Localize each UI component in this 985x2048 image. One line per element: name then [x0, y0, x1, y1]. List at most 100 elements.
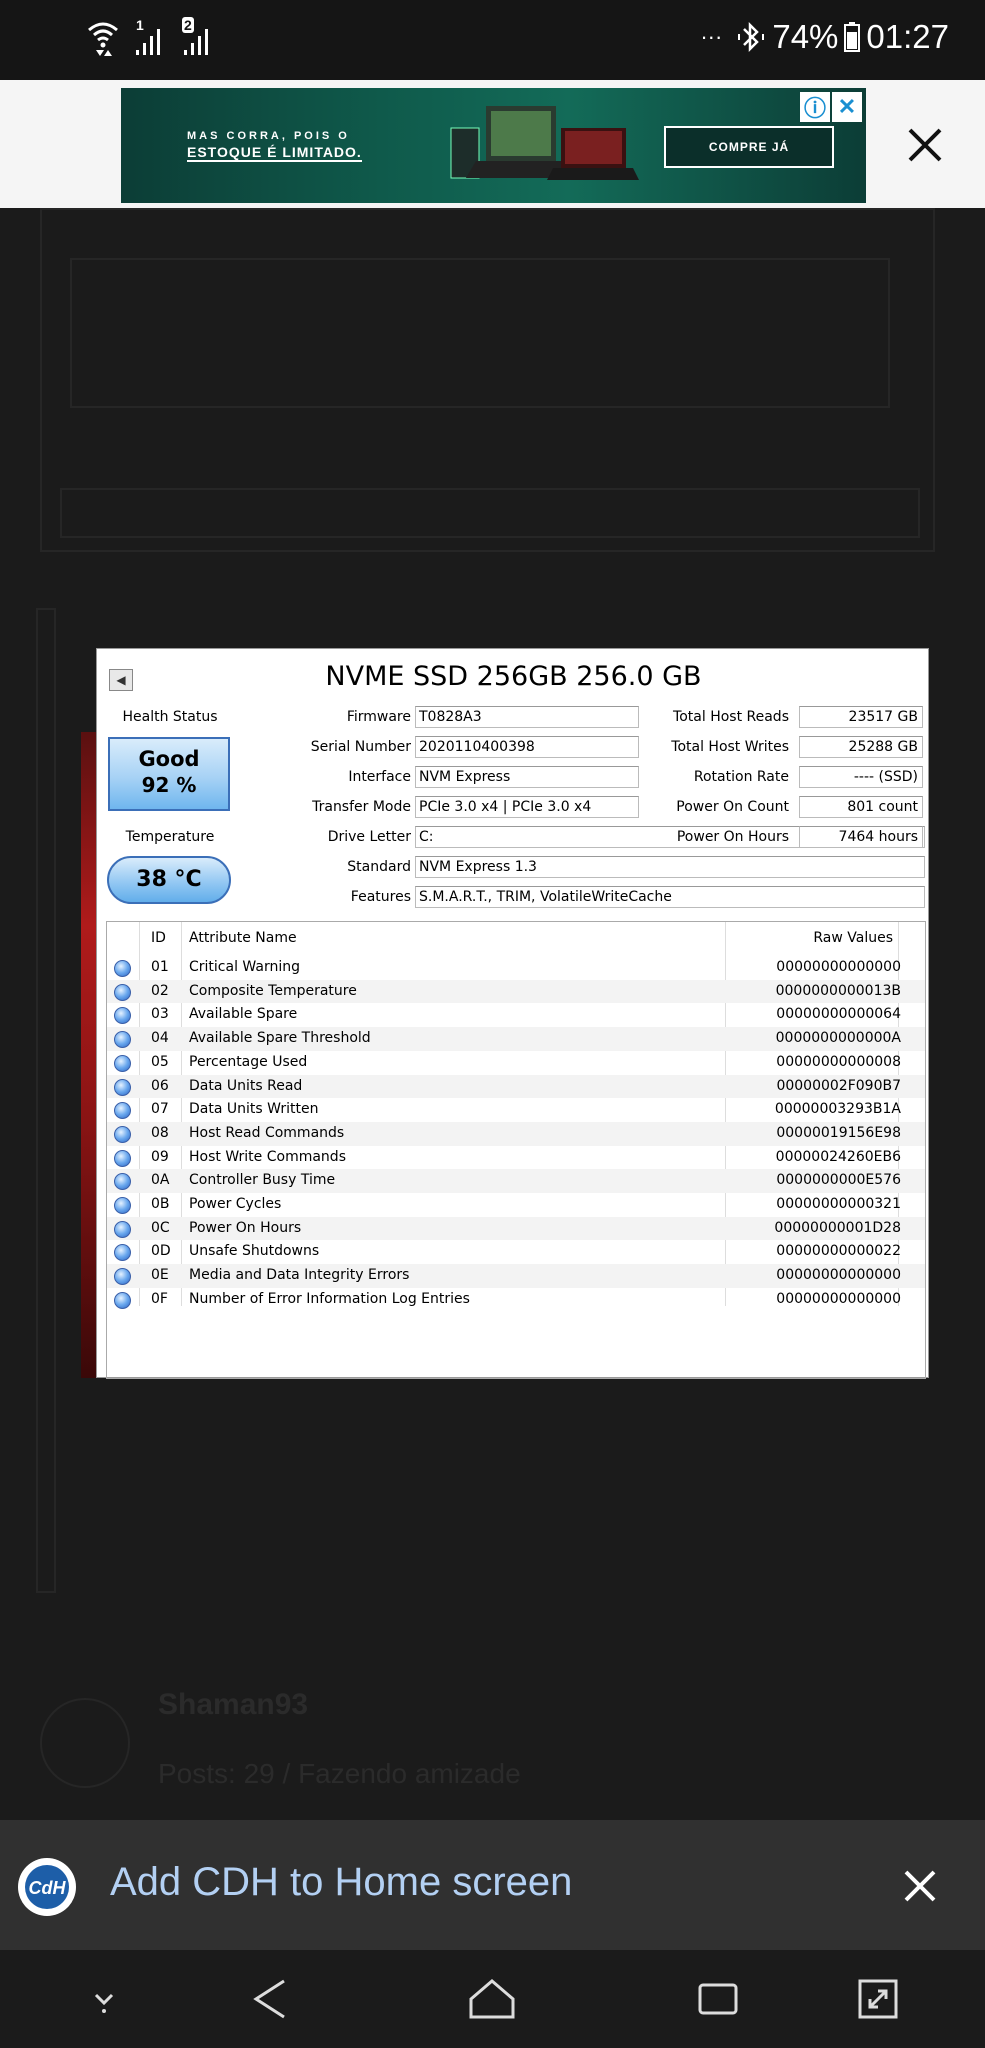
- status-dot-icon: [114, 1078, 131, 1096]
- status-dot-icon: [114, 1244, 131, 1262]
- table-row[interactable]: 03 Available Spare 00000000000064: [107, 1003, 925, 1027]
- health-percent: 92 %: [141, 773, 197, 797]
- cdi-window: ◀ NVME SSD 256GB 256.0 GB Health Status …: [96, 648, 929, 1379]
- status-right: ··· 74% 01:27: [700, 18, 949, 56]
- health-status-box: Good 92 %: [108, 737, 230, 811]
- table-row[interactable]: 07 Data Units Written 00000003293B1A: [107, 1098, 925, 1122]
- attribute-name: Percentage Used: [189, 1053, 308, 1070]
- rotation-rate-label: Rotation Rate: [693, 769, 789, 785]
- ad-line2: ESTOQUE É LIMITADO.: [187, 144, 362, 162]
- total-host-writes-field: 25288 GB: [799, 736, 923, 758]
- status-left-icons: 1 2: [86, 17, 216, 58]
- attribute-name: Unsafe Shutdowns: [189, 1243, 320, 1260]
- attribute-name: Controller Busy Time: [189, 1172, 336, 1189]
- status-dot-icon: [114, 1197, 131, 1214]
- table-row[interactable]: 09 Host Write Commands 00000024260EB6: [107, 1146, 925, 1170]
- table-row[interactable]: 04 Available Spare Threshold 0000000000000…: [107, 1027, 925, 1051]
- attribute-id: 0B: [151, 1196, 170, 1212]
- attribute-name: Number of Error Information Log Entries: [189, 1290, 470, 1307]
- standard-field: NVM Express 1.3: [415, 856, 925, 878]
- attribute-raw-value: 00000000000321: [776, 1196, 901, 1212]
- rotation-rate-field: ---- (SSD): [799, 766, 923, 788]
- ad-cta-button[interactable]: COMPRE JÁ: [664, 126, 834, 168]
- attribute-name: Available Spare: [189, 1006, 298, 1023]
- back-icon[interactable]: [242, 1972, 298, 2026]
- attribute-id: 05: [151, 1053, 169, 1070]
- serial-label: Serial Number: [310, 739, 411, 755]
- health-value: Good: [138, 747, 200, 771]
- table-row[interactable]: 0E Media and Data Integrity Errors 0000000…: [107, 1264, 925, 1288]
- home-icon[interactable]: [464, 1972, 520, 2026]
- table-row[interactable]: 0B Power Cycles 00000000000321: [107, 1193, 925, 1217]
- table-row[interactable]: 0D Unsafe Shutdowns 00000000000022: [107, 1240, 925, 1264]
- ad-products-image: [450, 106, 639, 180]
- ad-text: MAS CORRA, POIS O ESTOQUE É LIMITADO.: [187, 128, 362, 162]
- close-banner-icon[interactable]: [900, 1866, 940, 1906]
- table-row[interactable]: 0F Number of Error Information Log Entrie…: [107, 1288, 925, 1312]
- expand-icon[interactable]: [850, 1972, 906, 2026]
- recent-apps-icon[interactable]: [690, 1972, 746, 2026]
- table-row[interactable]: 0C Power On Hours 00000000001D28: [107, 1216, 925, 1241]
- status-dot-icon: [114, 983, 131, 1001]
- attribute-id: 0D: [151, 1243, 171, 1260]
- ad-close-small-icon[interactable]: ✕: [832, 92, 862, 122]
- attribute-id: 06: [151, 1077, 169, 1094]
- power-on-hours-label: Power On Hours: [676, 829, 789, 845]
- attribute-raw-value: 00000000001D28: [774, 1219, 901, 1236]
- ad-line1: MAS CORRA, POIS O: [187, 130, 350, 142]
- close-ad-icon[interactable]: [900, 120, 950, 170]
- signal-sim2-icon: 2: [182, 17, 216, 57]
- add-to-home-text[interactable]: Add CDH to Home screen: [110, 1860, 572, 1905]
- status-dot-icon: [114, 960, 131, 977]
- ghost-username: Shaman93: [158, 1688, 309, 1721]
- standard-label: Standard: [347, 859, 411, 875]
- drive-letter-label: Drive Letter: [327, 829, 411, 845]
- attribute-name: Media and Data Integrity Errors: [189, 1267, 410, 1284]
- ghost-shot-frame: [36, 608, 56, 1593]
- ad-banner[interactable]: MAS CORRA, POIS O ESTOQUE É LIMITADO. CO…: [121, 88, 866, 203]
- add-to-home-banner[interactable]: CdH Add CDH to Home screen: [0, 1820, 985, 1950]
- attribute-name: Available Spare Threshold: [189, 1030, 371, 1047]
- attribute-raw-value: 00000000000064: [776, 1006, 901, 1023]
- table-row[interactable]: 02 Composite Temperature 0000000000013B: [107, 979, 925, 1004]
- table-row[interactable]: 0A Controller Busy Time 0000000000E576: [107, 1169, 925, 1193]
- health-status-label: Health Status: [122, 709, 218, 725]
- attribute-name: Host Write Commands: [189, 1148, 346, 1165]
- navigation-bar: [0, 1950, 985, 2048]
- attribute-id: 0F: [151, 1290, 168, 1307]
- total-host-writes-label: Total Host Writes: [671, 739, 789, 755]
- attribute-name: Data Units Read: [189, 1077, 303, 1094]
- hide-keyboard-icon[interactable]: [76, 1972, 132, 2026]
- table-row[interactable]: 01 Critical Warning 00000000000000: [107, 956, 925, 980]
- table-row[interactable]: 05 Percentage Used 00000000000008: [107, 1051, 925, 1075]
- attribute-id: 04: [151, 1030, 169, 1047]
- serial-field: 2020110400398: [415, 736, 639, 758]
- table-header: ID Attribute Name Raw Values: [107, 922, 925, 954]
- attribute-raw-value: 00000003293B1A: [774, 1101, 901, 1118]
- bluetooth-icon: [738, 21, 765, 53]
- ghost-subtitle: Posts: 29 / Fazendo amizade: [158, 1758, 521, 1789]
- interface-label: Interface: [348, 769, 411, 785]
- status-bar: 1 2 ··· 74% 01:27: [0, 0, 985, 80]
- crystaldiskinfo-screenshot[interactable]: ◀ NVME SSD 256GB 256.0 GB Health Status …: [81, 648, 929, 1379]
- header-attribute-name: Attribute Name: [189, 930, 297, 946]
- attribute-raw-value: 0000000000013B: [775, 982, 901, 999]
- attribute-id: 02: [151, 982, 169, 999]
- table-row[interactable]: 08 Host Read Commands 00000019156E98: [107, 1121, 925, 1146]
- cdh-logo: CdH: [18, 1858, 76, 1916]
- attribute-id: 08: [151, 1124, 169, 1141]
- power-on-hours-field: 7464 hours: [799, 826, 923, 848]
- attribute-name: Data Units Written: [189, 1101, 319, 1118]
- header-raw-values: Raw Values: [813, 930, 893, 946]
- status-dot-icon: [114, 1102, 131, 1120]
- ad-info-icon[interactable]: ⓘ: [800, 92, 830, 122]
- ad-choices[interactable]: ⓘ ✕: [800, 92, 862, 122]
- status-dot-icon: [114, 1268, 131, 1286]
- transfer-mode-field: PCIe 3.0 x4 | PCIe 3.0 x4: [415, 796, 639, 818]
- attribute-raw-value: 00000000000000: [776, 959, 901, 975]
- attribute-id: 0C: [151, 1219, 170, 1236]
- status-dot-icon: [114, 1031, 131, 1049]
- attribute-id: 01: [151, 959, 169, 975]
- attribute-raw-value: 00000002F090B7: [776, 1077, 901, 1094]
- table-row[interactable]: 06 Data Units Read 00000002F090B7: [107, 1074, 925, 1099]
